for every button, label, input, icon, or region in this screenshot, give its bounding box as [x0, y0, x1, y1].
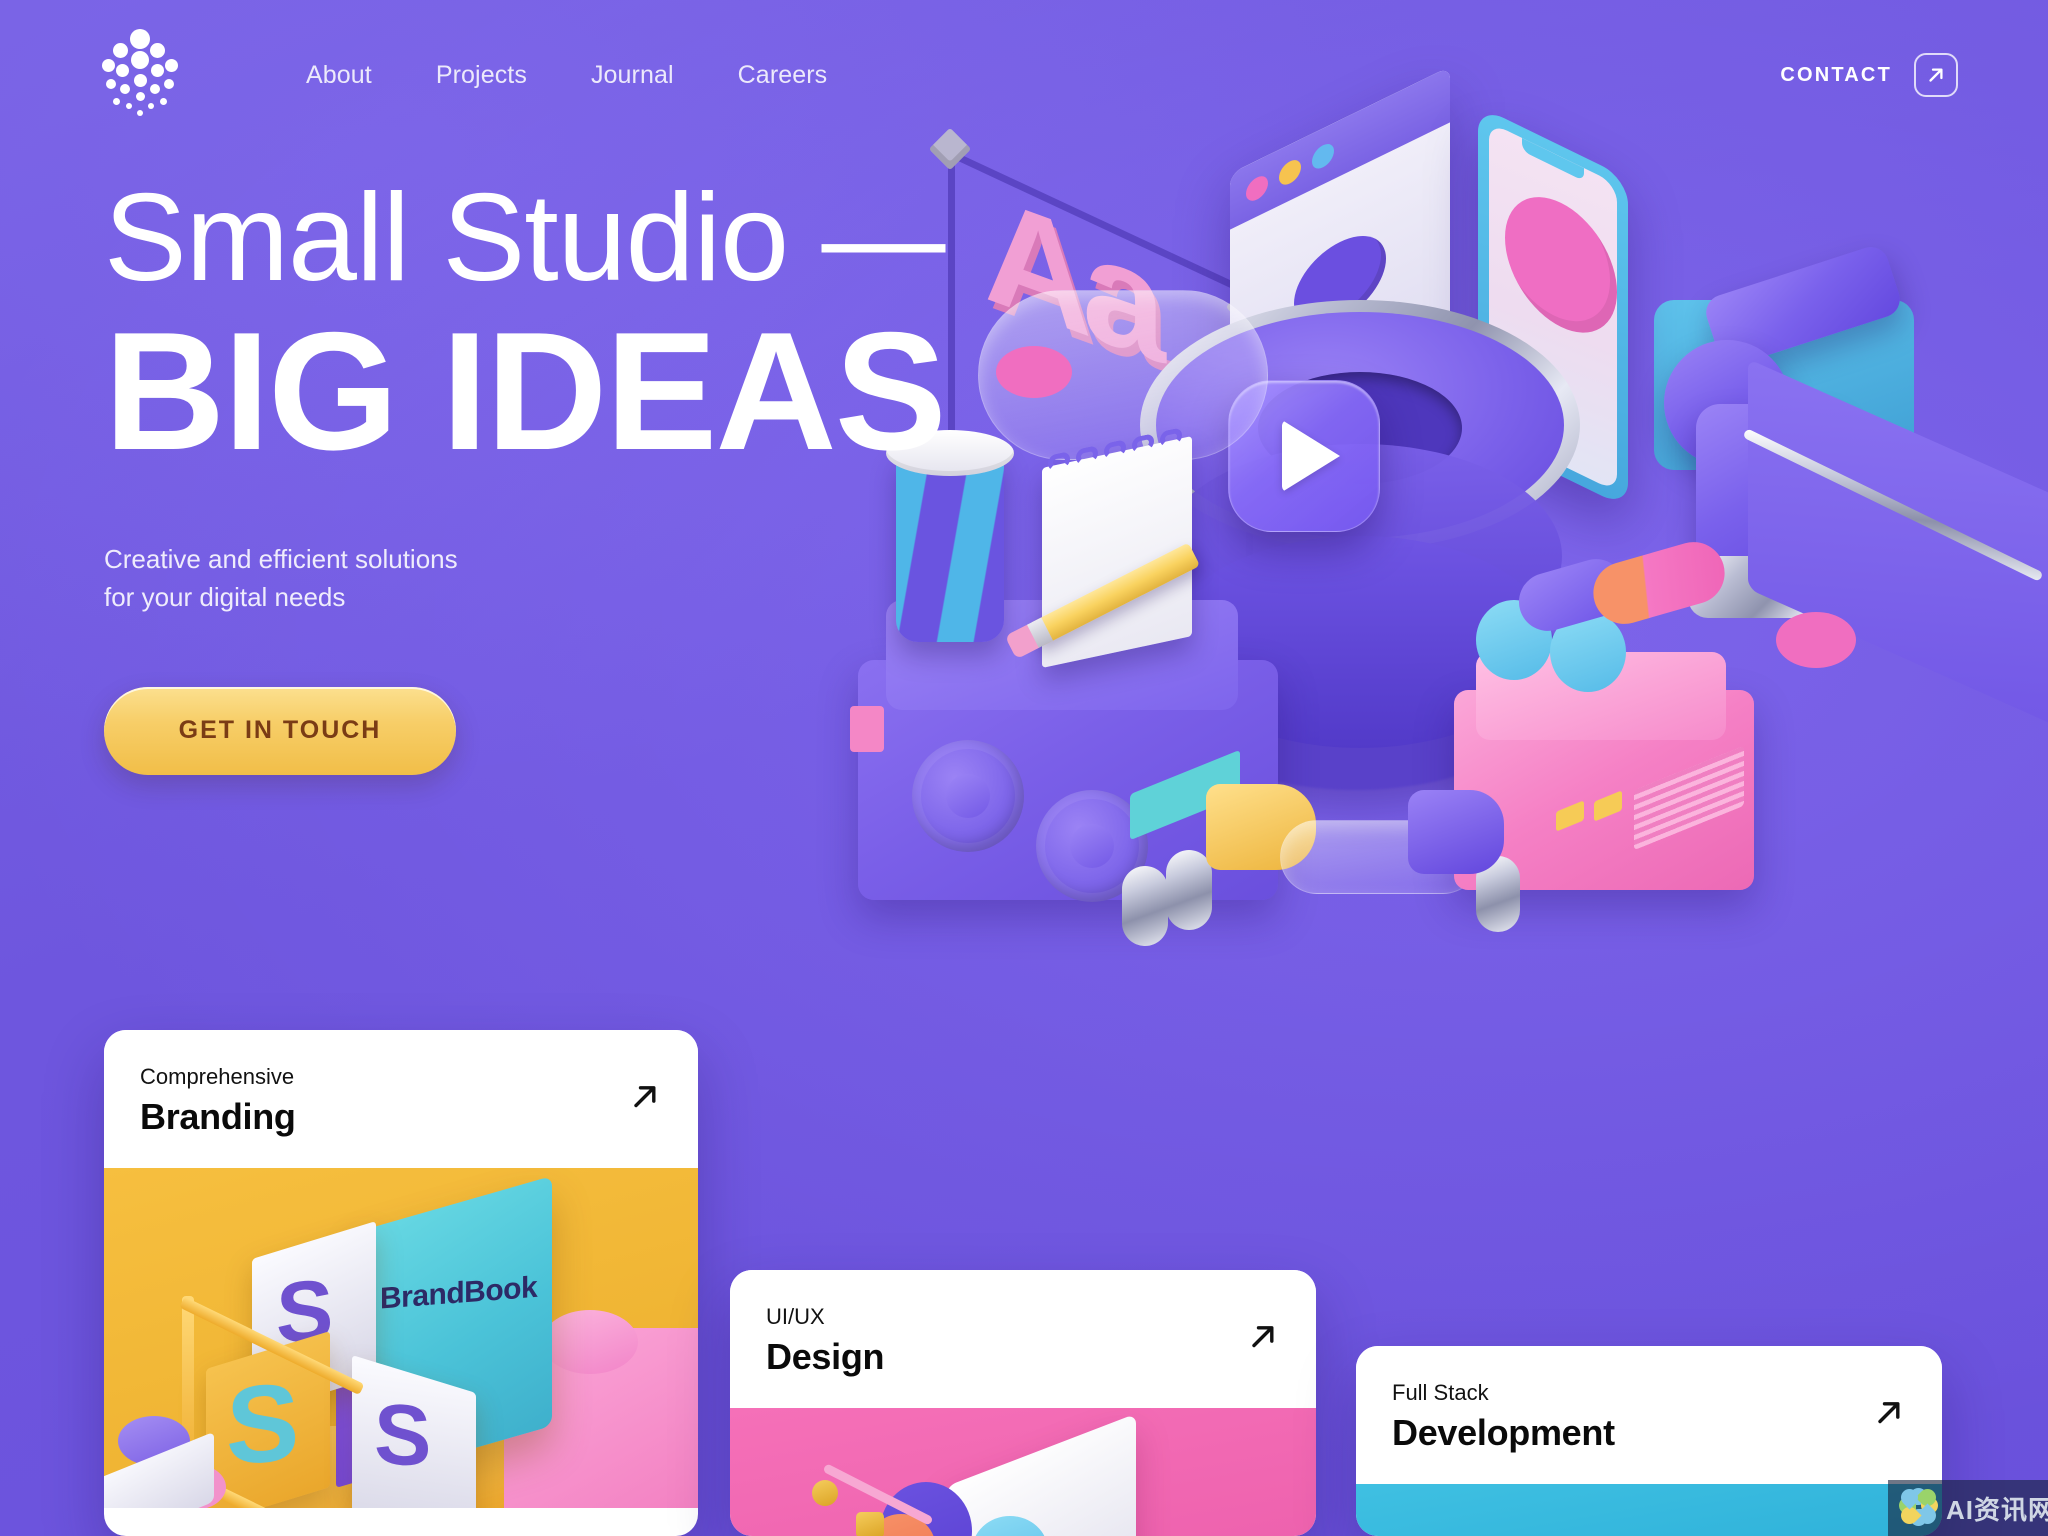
logo-dot [113, 98, 120, 105]
pink-machine-lens [1408, 790, 1504, 874]
hero-headline-line2: BIG IDEAS [104, 297, 947, 485]
arrow-up-right-icon[interactable] [628, 1080, 662, 1119]
arrow-up-right-icon[interactable] [1872, 1396, 1906, 1435]
design-white-panel [946, 1413, 1136, 1536]
arrow-up-right-icon[interactable] [1246, 1320, 1280, 1359]
logo-dot [137, 110, 143, 116]
watermark-text: AI资讯网 [1946, 1494, 2048, 1525]
logo-dot [165, 59, 178, 72]
logo-dot [160, 98, 167, 105]
card-header: UI/UX Design [730, 1270, 1316, 1408]
nav-item-projects[interactable]: Projects [404, 51, 559, 100]
service-card-design[interactable]: UI/UX Design [730, 1270, 1316, 1536]
arrow-up-right-icon [1914, 53, 1958, 97]
design-gold-knob [812, 1480, 838, 1506]
card-title: Design [766, 1336, 885, 1377]
contact-label: CONTACT [1780, 63, 1892, 86]
design-gold-cube [856, 1512, 884, 1536]
play-icon [1282, 420, 1340, 492]
hero-headline-line1: Small Studio — [104, 169, 946, 307]
hero-section: Small Studio — BIG IDEAS Creative and ef… [104, 169, 947, 775]
pink-disc-on-belt [1776, 612, 1856, 668]
card-title: Development [1392, 1412, 1615, 1453]
card-kicker: Full Stack [1392, 1380, 1489, 1405]
main-navigation: About Projects Journal Careers [274, 51, 859, 100]
logo-dot [150, 43, 165, 58]
site-header: About Projects Journal Careers CONTACT [0, 0, 2048, 150]
brandbook-title: BrandBook [380, 1270, 538, 1316]
browser-dot-pink [1246, 172, 1268, 205]
card-artwork-branding: BrandBook S S S [104, 1168, 698, 1508]
card-title: Branding [140, 1096, 296, 1137]
pink-disc-in-tube [996, 346, 1072, 398]
logo-dot [134, 74, 147, 87]
logo-dot [148, 103, 154, 109]
get-in-touch-button[interactable]: GET IN TOUCH [104, 686, 456, 775]
service-card-development[interactable]: Full Stack Development [1356, 1346, 1942, 1536]
logo-dot [116, 64, 129, 77]
nav-item-journal[interactable]: Journal [559, 51, 706, 100]
hero-subtitle: Creative and efficient solutions for you… [104, 541, 945, 616]
contact-button[interactable]: CONTACT [1780, 53, 1958, 97]
dot-cluster-logo[interactable] [102, 29, 178, 121]
hero-subtitle-line2: for your digital needs [104, 582, 346, 613]
logo-dot [164, 79, 174, 89]
logo-dot [120, 84, 130, 94]
metal-elbow-1 [1122, 866, 1168, 946]
logo-dot [102, 59, 115, 72]
hero-subtitle-line1: Creative and efficient solutions [104, 544, 458, 575]
card-header: Comprehensive Branding [104, 1030, 698, 1168]
metal-elbow-2 [1166, 850, 1212, 930]
card-artwork-development [1356, 1484, 1942, 1536]
card-artwork-design [730, 1408, 1316, 1536]
logo-dot [151, 64, 164, 77]
branding-pink-knob [542, 1310, 638, 1374]
logo-dot [106, 79, 116, 89]
card-header: Full Stack Development [1356, 1346, 1942, 1484]
phone-pink-blob [1505, 175, 1617, 355]
logo-dot [131, 51, 149, 69]
service-card-branding[interactable]: Comprehensive Branding BrandBook S S S [104, 1030, 698, 1536]
logo-dot [130, 29, 150, 49]
logo-dot [136, 92, 145, 101]
hero-illustration: Aa [828, 0, 2048, 1290]
nav-item-careers[interactable]: Careers [706, 51, 860, 100]
logo-dot [126, 103, 132, 109]
branding-s-letter: S [374, 1385, 432, 1486]
card-kicker: UI/UX [766, 1304, 825, 1329]
logo-dot [150, 84, 160, 94]
flower-logo-icon [1897, 1485, 1940, 1528]
nav-item-about[interactable]: About [274, 51, 404, 100]
logo-dot [113, 43, 128, 58]
card-kicker: Comprehensive [140, 1064, 295, 1089]
branding-s-letter: S [226, 1360, 300, 1488]
browser-dot-yellow [1279, 156, 1301, 189]
watermark: AI资讯网 [1888, 1480, 2048, 1536]
